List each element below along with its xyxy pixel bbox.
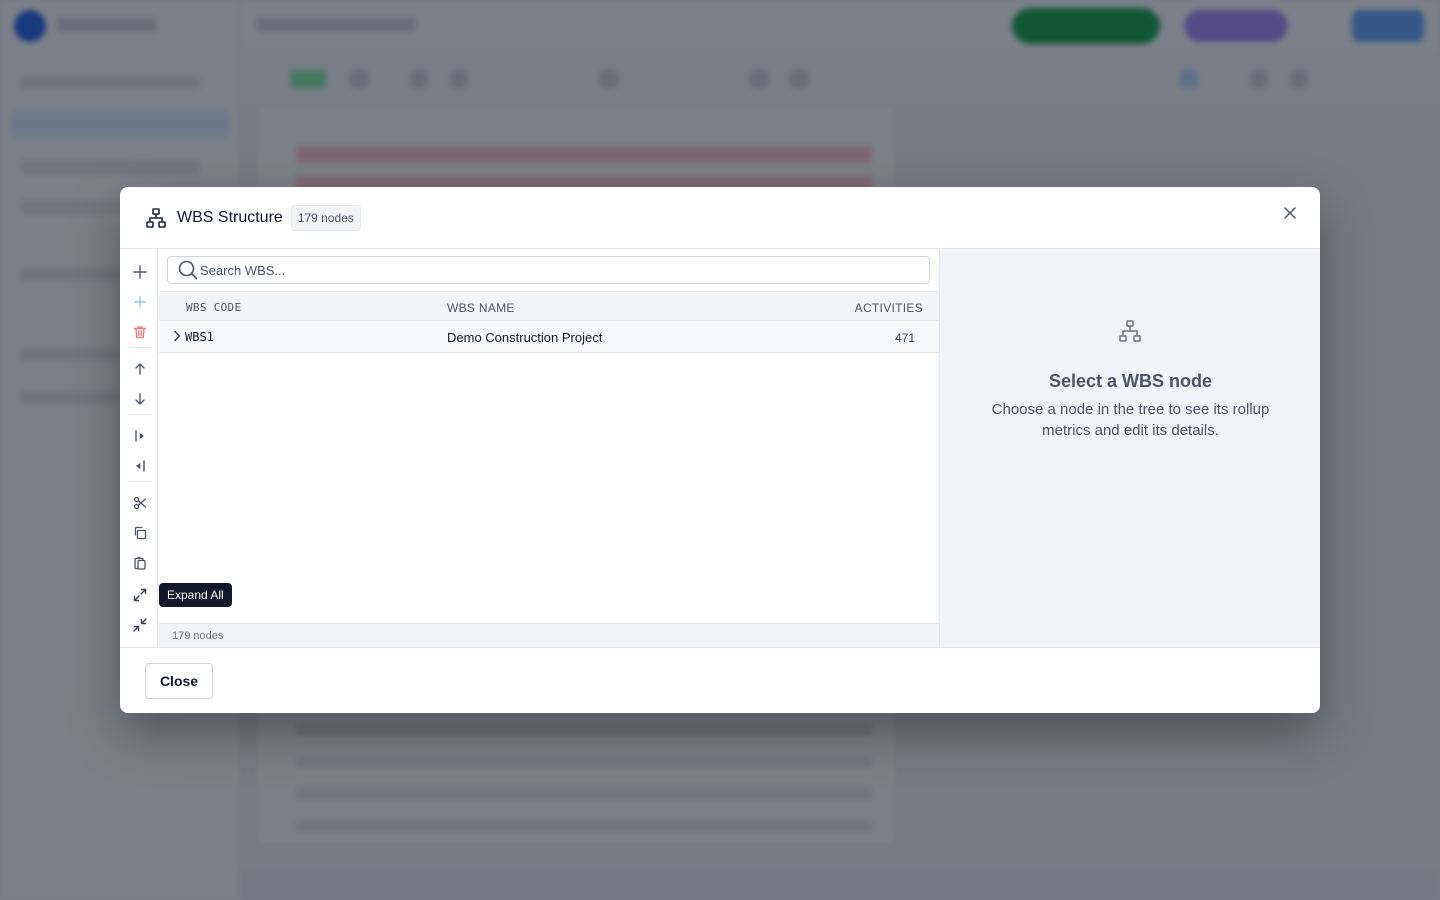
add-child-icon[interactable] — [130, 292, 150, 312]
tree-footer-count: 179 nodes — [159, 623, 939, 647]
arrow-down-icon[interactable] — [130, 389, 150, 409]
rail-divider — [128, 347, 152, 348]
collapse-all-icon[interactable] — [130, 615, 150, 635]
wbs-name-cell: Demo Construction Project — [447, 330, 603, 345]
dialog-footer: Close — [120, 647, 1320, 713]
column-header-wbs-name[interactable]: WBS NAME — [447, 301, 515, 315]
node-count-badge: 179 nodes — [290, 204, 361, 231]
activities-cell: 471 — [894, 331, 915, 345]
details-panel: Select a WBS node Choose a node in the t… — [939, 249, 1320, 647]
close-icon[interactable] — [1282, 205, 1298, 221]
column-header-activities[interactable]: ACTIVITIES — [855, 301, 923, 315]
chevron-right-icon[interactable] — [171, 330, 183, 342]
empty-state-title: Select a WBS node — [1048, 371, 1213, 391]
dialog-title: WBS Structure — [177, 208, 283, 226]
expand-all-icon[interactable] — [130, 585, 150, 605]
column-header-wbs-code[interactable]: WBS CODE — [186, 301, 241, 314]
trash-icon[interactable] — [130, 322, 150, 342]
search-icon — [178, 260, 198, 280]
wbs-code-cell: WBS1 — [185, 330, 214, 344]
tree-row[interactable]: WBS1 Demo Construction Project 471 — [159, 321, 939, 353]
scissors-icon[interactable] — [130, 493, 150, 513]
wbs-structure-dialog: WBS Structure 179 nodes Search WBS... WB… — [120, 187, 1320, 713]
hierarchy-icon — [145, 207, 167, 229]
search-input[interactable] — [200, 262, 920, 278]
arrow-up-icon[interactable] — [130, 359, 150, 379]
search-box — [167, 256, 930, 284]
empty-state-text: Choose a node in the tree to see its rol… — [991, 401, 1270, 439]
tree-tool-rail — [120, 249, 158, 647]
wbs-tree-panel: WBS CODE WBS NAME ACTIVITIES WBS1 Demo C… — [159, 249, 939, 647]
paste-icon[interactable] — [130, 553, 150, 573]
dialog-header: WBS Structure 179 nodes — [120, 187, 1320, 249]
hierarchy-placeholder-icon — [1119, 320, 1141, 342]
expand-all-tooltip: Expand All — [159, 583, 232, 607]
rail-divider — [128, 481, 152, 482]
indent-icon[interactable] — [130, 426, 150, 446]
close-button[interactable]: Close — [145, 663, 213, 699]
rail-divider — [128, 414, 152, 415]
outdent-icon[interactable] — [130, 456, 150, 476]
copy-icon[interactable] — [130, 523, 150, 543]
plus-icon[interactable] — [130, 262, 150, 282]
tree-header-row: WBS CODE WBS NAME ACTIVITIES — [159, 291, 939, 321]
